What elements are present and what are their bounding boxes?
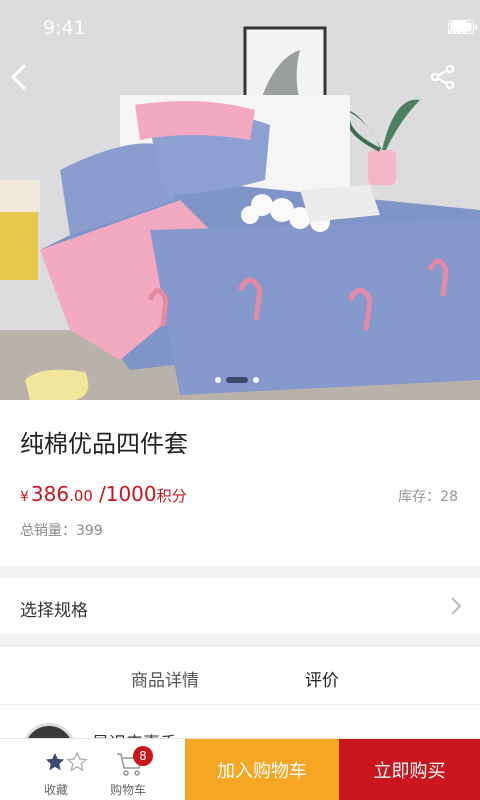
price-currency: ¥: [20, 489, 29, 505]
price-slash: /: [98, 482, 106, 506]
stock: 库存：28: [398, 486, 458, 506]
back-button[interactable]: [10, 64, 50, 104]
spec-label: 选择规格: [20, 601, 88, 621]
tab-reviews[interactable]: 评价: [305, 666, 339, 691]
product-title: 纯棉优品四件套: [20, 430, 188, 458]
star-icon: [44, 751, 66, 777]
favorite-label: 收藏: [44, 783, 69, 797]
gallery-dot-active[interactable]: [226, 377, 248, 383]
status-bar: 9:41: [0, 0, 480, 56]
product-info: 纯棉优品四件套 ¥ 386 .00 / 1000 积分 库存：28 总销量：39…: [0, 400, 480, 566]
add-to-cart-button[interactable]: 加入购物车: [185, 739, 339, 800]
price-row: ¥ 386 .00 / 1000 积分: [20, 482, 187, 506]
stock-label: 库存：: [398, 489, 441, 505]
stock-value: 28: [440, 489, 458, 505]
bedding-photo: [0, 0, 480, 400]
chevron-right-icon: [450, 596, 462, 620]
price-integer: 386: [30, 482, 70, 506]
status-time: 9:41: [43, 17, 86, 39]
bottom-action-bar: 收藏 8 购物车 加入购物车 立即购买: [0, 738, 480, 800]
gallery-dot[interactable]: [215, 377, 221, 383]
tab-product-detail[interactable]: 商品详情: [131, 666, 199, 691]
star-outline-icon: [66, 751, 88, 777]
detail-tabs: 商品详情 评价: [0, 647, 480, 705]
points-value: 1000: [105, 482, 157, 506]
points-unit: 积分: [156, 487, 187, 505]
cart-button[interactable]: 8 购物车: [108, 745, 168, 799]
cart-count-badge: 8: [133, 746, 153, 766]
favorite-button[interactable]: 收藏: [36, 745, 96, 799]
gallery-dot[interactable]: [253, 377, 259, 383]
price-decimal: .00: [69, 487, 93, 505]
sales-label: 总销量：: [20, 523, 76, 539]
select-spec-row[interactable]: 选择规格: [0, 578, 480, 634]
share-button[interactable]: [430, 64, 470, 104]
cart-label: 购物车: [110, 783, 147, 797]
sales-value: 399: [76, 523, 103, 539]
buy-now-button[interactable]: 立即购买: [339, 739, 480, 800]
total-sales: 总销量：399: [20, 520, 103, 540]
product-image[interactable]: 9:41: [0, 0, 480, 400]
gallery-pagination: [215, 377, 259, 383]
